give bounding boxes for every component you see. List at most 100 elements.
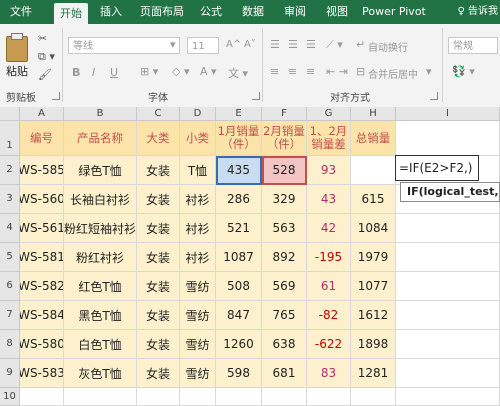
column-header[interactable]: F bbox=[262, 107, 307, 121]
table-cell[interactable]: -195 bbox=[307, 243, 351, 272]
table-cell[interactable]: 1084 bbox=[351, 214, 396, 243]
format-painter-icon[interactable]: 🖌 bbox=[38, 68, 52, 81]
table-cell[interactable]: 1281 bbox=[351, 359, 396, 388]
table-cell[interactable]: 615 bbox=[351, 185, 396, 214]
cut-icon[interactable]: ✂ bbox=[38, 32, 47, 45]
align-center-icon[interactable]: ≡ bbox=[288, 65, 297, 78]
table-cell[interactable]: WS-583 bbox=[20, 359, 64, 388]
table-cell[interactable] bbox=[20, 388, 64, 406]
table-cell[interactable]: 女装 bbox=[137, 272, 180, 301]
grow-font-button[interactable]: A^ bbox=[226, 39, 241, 50]
borders-icon[interactable]: ⊞ ▾ bbox=[140, 65, 158, 78]
table-cell[interactable]: 892 bbox=[262, 243, 307, 272]
align-bottom-icon[interactable]: ☰ bbox=[306, 38, 316, 51]
cell-edit-box[interactable]: =IF(E2>F2,) bbox=[395, 155, 479, 181]
shrink-font-button[interactable]: A˅ bbox=[244, 39, 256, 50]
tab-data[interactable]: 数据 bbox=[238, 0, 268, 24]
table-cell[interactable] bbox=[307, 388, 351, 406]
row-header[interactable]: 6 bbox=[0, 272, 20, 301]
row-header[interactable]: 8 bbox=[0, 330, 20, 359]
orientation-icon[interactable]: ⟋ ▾ bbox=[326, 38, 343, 52]
table-cell[interactable]: 569 bbox=[262, 272, 307, 301]
header-cell[interactable]: 产品名称 bbox=[64, 121, 137, 156]
paste-button-label[interactable]: 粘贴 bbox=[6, 63, 28, 79]
font-name-dropdown[interactable]: 等线 bbox=[68, 37, 180, 54]
table-cell[interactable]: WS-561 bbox=[20, 214, 64, 243]
tab-file[interactable]: 文件 bbox=[6, 0, 36, 24]
table-cell[interactable]: 1898 bbox=[351, 330, 396, 359]
table-cell[interactable]: 435 bbox=[216, 156, 262, 185]
row-header[interactable]: 3 bbox=[0, 185, 20, 214]
table-cell[interactable]: WS-580 bbox=[20, 330, 64, 359]
table-cell[interactable]: 衬衫 bbox=[180, 243, 216, 272]
table-cell[interactable]: 白色T恤 bbox=[64, 330, 137, 359]
font-launcher-icon[interactable] bbox=[252, 92, 260, 100]
table-cell[interactable]: -622 bbox=[307, 330, 351, 359]
table-cell[interactable] bbox=[262, 388, 307, 406]
table-cell[interactable]: 女装 bbox=[137, 243, 180, 272]
table-cell[interactable]: 红色T恤 bbox=[64, 272, 137, 301]
table-cell[interactable]: 黑色T恤 bbox=[64, 301, 137, 330]
number-format-dropdown[interactable]: 常规 bbox=[448, 37, 498, 54]
table-cell[interactable] bbox=[396, 272, 500, 301]
table-cell[interactable]: 女装 bbox=[137, 185, 180, 214]
table-cell[interactable] bbox=[180, 388, 216, 406]
tab-power-pivot[interactable]: Power Pivot bbox=[360, 0, 428, 24]
table-cell[interactable]: 女装 bbox=[137, 214, 180, 243]
column-header[interactable]: B bbox=[64, 107, 137, 121]
table-cell[interactable] bbox=[396, 243, 500, 272]
table-cell[interactable]: 638 bbox=[262, 330, 307, 359]
header-cell[interactable]: 2月销量（件） bbox=[262, 121, 307, 156]
table-cell[interactable]: 681 bbox=[262, 359, 307, 388]
merge-center-icon[interactable]: ⊟ bbox=[356, 65, 365, 78]
table-cell[interactable]: 847 bbox=[216, 301, 262, 330]
header-cell[interactable]: 1、2月销量差 bbox=[307, 121, 351, 156]
merge-center-button[interactable]: 合并后居中 bbox=[368, 66, 418, 81]
header-cell[interactable]: 大类 bbox=[137, 121, 180, 156]
table-cell[interactable] bbox=[396, 301, 500, 330]
row-header[interactable]: 5 bbox=[0, 243, 20, 272]
table-cell[interactable]: 雪纺 bbox=[180, 301, 216, 330]
table-cell[interactable]: 雪纺 bbox=[180, 330, 216, 359]
align-top-icon[interactable]: ☰ bbox=[270, 38, 280, 51]
currency-format-icon[interactable]: 💱 ▾ bbox=[452, 65, 475, 78]
tab-home[interactable]: 开始 bbox=[54, 3, 88, 24]
table-cell[interactable]: WS-585 bbox=[20, 156, 64, 185]
phonetic-icon[interactable]: 文 ▾ bbox=[228, 65, 248, 81]
align-left-icon[interactable]: ≡ bbox=[270, 65, 279, 78]
merge-center-chevron-icon[interactable]: ▾ bbox=[426, 65, 432, 78]
table-cell[interactable]: WS-560 bbox=[20, 185, 64, 214]
table-cell[interactable] bbox=[396, 330, 500, 359]
tell-me-search[interactable]: ♀ 告诉我 bbox=[457, 0, 498, 24]
table-cell[interactable]: 42 bbox=[307, 214, 351, 243]
table-cell[interactable]: 衬衫 bbox=[180, 214, 216, 243]
table-cell[interactable]: 女装 bbox=[137, 156, 180, 185]
table-cell[interactable]: 61 bbox=[307, 272, 351, 301]
align-right-icon[interactable]: ≡ bbox=[306, 65, 315, 78]
header-cell[interactable]: 小类 bbox=[180, 121, 216, 156]
table-cell[interactable]: 粉红短袖衬衫 bbox=[64, 214, 137, 243]
header-cell[interactable]: 编号 bbox=[20, 121, 64, 156]
tab-formulas[interactable]: 公式 bbox=[196, 0, 226, 24]
table-cell[interactable]: 女装 bbox=[137, 330, 180, 359]
column-header[interactable]: C bbox=[137, 107, 180, 121]
table-cell[interactable]: 563 bbox=[262, 214, 307, 243]
wrap-text-button[interactable]: 自动换行 bbox=[368, 39, 408, 54]
row-header[interactable]: 1 bbox=[0, 121, 20, 156]
row-header[interactable]: 4 bbox=[0, 214, 20, 243]
table-cell[interactable]: 598 bbox=[216, 359, 262, 388]
column-header[interactable]: E bbox=[216, 107, 262, 121]
table-cell[interactable] bbox=[351, 388, 396, 406]
table-cell[interactable]: WS-584 bbox=[20, 301, 64, 330]
tab-page-layout[interactable]: 页面布局 bbox=[136, 0, 188, 24]
copy-icon[interactable]: ⧉ ▾ bbox=[38, 50, 55, 64]
table-cell[interactable] bbox=[64, 388, 137, 406]
column-header[interactable]: I bbox=[396, 107, 500, 121]
table-cell[interactable] bbox=[351, 156, 396, 185]
select-all-corner[interactable] bbox=[0, 107, 20, 121]
font-color-icon[interactable]: A ▾ bbox=[200, 65, 217, 78]
table-cell[interactable] bbox=[137, 388, 180, 406]
table-cell[interactable]: 508 bbox=[216, 272, 262, 301]
underline-button[interactable]: U bbox=[110, 66, 118, 79]
indent-icon[interactable]: ⇤ ⇥ bbox=[326, 65, 348, 78]
